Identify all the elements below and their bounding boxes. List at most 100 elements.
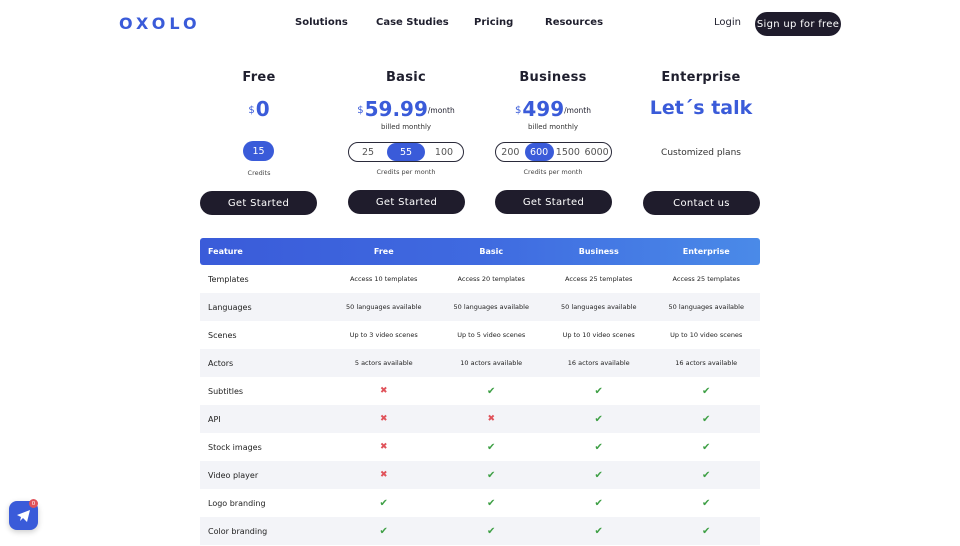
cross-icon: ✖ (379, 386, 388, 396)
credits-option[interactable]: 6000 (582, 143, 611, 161)
logo[interactable]: OXOLO (119, 14, 201, 33)
check-icon: ✔ (379, 497, 388, 509)
table-row: Languages 50 languages available 50 langua… (200, 293, 760, 321)
header-basic: Basic (479, 247, 504, 256)
currency: $ (248, 105, 255, 116)
nav-solutions[interactable]: Solutions (295, 17, 348, 28)
credits-option-selected[interactable]: 600 (524, 143, 554, 161)
table-cell: ✔ (438, 498, 546, 509)
check-icon: ✔ (702, 469, 711, 481)
table-header: Feature Free Basic Business Enterprise (200, 238, 760, 265)
chat-icon (16, 509, 30, 522)
get-started-free-button[interactable]: Get Started (200, 191, 317, 215)
credits-option[interactable]: 1500 (554, 143, 583, 161)
table-cell: Up to 10 video scenes (670, 331, 743, 339)
price-period: /month (564, 106, 591, 115)
table-cell: ✔ (438, 470, 546, 481)
check-icon: ✔ (702, 385, 711, 397)
check-icon: ✔ (702, 525, 711, 537)
plan-name: Free (242, 70, 276, 85)
table-cell: ✔ (438, 526, 546, 537)
table-cell: ✔ (438, 442, 546, 453)
table-row: Logo branding ✔ ✔ ✔ ✔ (200, 489, 760, 517)
table-cell: ✔ (545, 498, 653, 509)
cross-icon: ✖ (379, 442, 388, 452)
credits-option-selected[interactable]: 15 (243, 141, 274, 161)
table-row: API ✖ ✖ ✔ ✔ (200, 405, 760, 433)
check-icon: ✔ (594, 497, 603, 509)
table-cell: ✔ (653, 470, 761, 481)
table-cell: 10 actors available (460, 359, 523, 367)
table-cell: ✔ (653, 386, 761, 397)
header-free: Free (373, 247, 394, 256)
cross-icon: ✖ (379, 414, 388, 424)
nav-pricing[interactable]: Pricing (474, 17, 513, 28)
table-cell: ✔ (653, 414, 761, 425)
plan-enterprise: Enterprise Let´s talk (626, 70, 776, 121)
check-icon: ✔ (594, 385, 603, 397)
header-feature: Feature (208, 247, 243, 256)
credits-option[interactable]: 100 (425, 143, 463, 161)
table-cell: 50 languages available (453, 303, 529, 311)
feature-name: Templates (208, 274, 249, 284)
feature-name: Stock images (208, 442, 262, 452)
enterprise-subtext: Customized plans (661, 148, 741, 158)
nav-case-studies[interactable]: Case Studies (376, 17, 449, 28)
header-enterprise: Enterprise (682, 247, 730, 256)
table-cell: Up to 5 video scenes (457, 331, 526, 339)
billing-note: billed monthly (380, 123, 432, 131)
credits-selector: 25 55 100 (348, 142, 464, 162)
table-row: Scenes Up to 3 video scenes Up to 5 video … (200, 321, 760, 349)
table-cell: ✔ (653, 442, 761, 453)
table-cell: ✖ (330, 386, 438, 396)
currency: $ (357, 105, 364, 116)
check-icon: ✔ (594, 441, 603, 453)
check-icon: ✔ (487, 497, 496, 509)
feature-name: Logo branding (208, 498, 266, 508)
credits-option-selected[interactable]: 55 (387, 143, 425, 161)
table-cell: ✖ (438, 414, 546, 424)
table-cell: 16 actors available (675, 359, 738, 367)
check-icon: ✔ (487, 525, 496, 537)
nav-resources[interactable]: Resources (545, 17, 603, 28)
plan-free: Free $ 0 (184, 70, 334, 121)
feature-name: Actors (208, 358, 234, 368)
login-link[interactable]: Login (714, 17, 741, 28)
credits-option[interactable]: 25 (349, 143, 387, 161)
feature-name: Video player (208, 470, 259, 480)
table-row: Actors 5 actors available 10 actors availa… (200, 349, 760, 377)
table-cell: 16 actors available (567, 359, 630, 367)
currency: $ (515, 105, 522, 116)
credits-selector: 200 600 1500 6000 (495, 142, 612, 162)
table-cell: Access 10 templates (350, 275, 418, 283)
table-row: Subtitles ✖ ✔ ✔ ✔ (200, 377, 760, 405)
table-cell: Up to 3 video scenes (349, 331, 418, 339)
credits-option[interactable]: 200 (496, 143, 525, 161)
table-row: Color branding ✔ ✔ ✔ ✔ (200, 517, 760, 545)
table-row: Templates Access 10 templates Access 20 te… (200, 265, 760, 293)
plan-name: Enterprise (661, 70, 741, 85)
contact-us-button[interactable]: Contact us (643, 191, 760, 215)
table-cell: ✔ (545, 442, 653, 453)
table-cell: ✔ (545, 526, 653, 537)
table-cell: Access 25 templates (565, 275, 633, 283)
check-icon: ✔ (487, 385, 496, 397)
table-row: Stock images ✖ ✔ ✔ ✔ (200, 433, 760, 461)
get-started-basic-button[interactable]: Get Started (348, 190, 465, 214)
notification-badge: 0 (29, 499, 38, 508)
table-cell: ✖ (330, 442, 438, 452)
check-icon: ✔ (487, 469, 496, 481)
table-cell: ✖ (330, 470, 438, 480)
get-started-business-button[interactable]: Get Started (495, 190, 612, 214)
table-cell: ✔ (545, 414, 653, 425)
table-cell: ✔ (653, 526, 761, 537)
plan-price: $ 59.99 /month (331, 95, 481, 121)
signup-button[interactable]: Sign up for free (755, 12, 841, 36)
cross-icon: ✖ (379, 470, 388, 480)
feature-name: Color branding (208, 526, 268, 536)
plan-basic: Basic $ 59.99 /month billed monthly (331, 70, 481, 131)
table-row: Video player ✖ ✔ ✔ ✔ (200, 461, 760, 489)
plan-business: Business $ 499 /month billed monthly (478, 70, 628, 131)
table-cell: Up to 10 video scenes (562, 331, 635, 339)
enterprise-headline: Let´s talk (649, 97, 753, 119)
